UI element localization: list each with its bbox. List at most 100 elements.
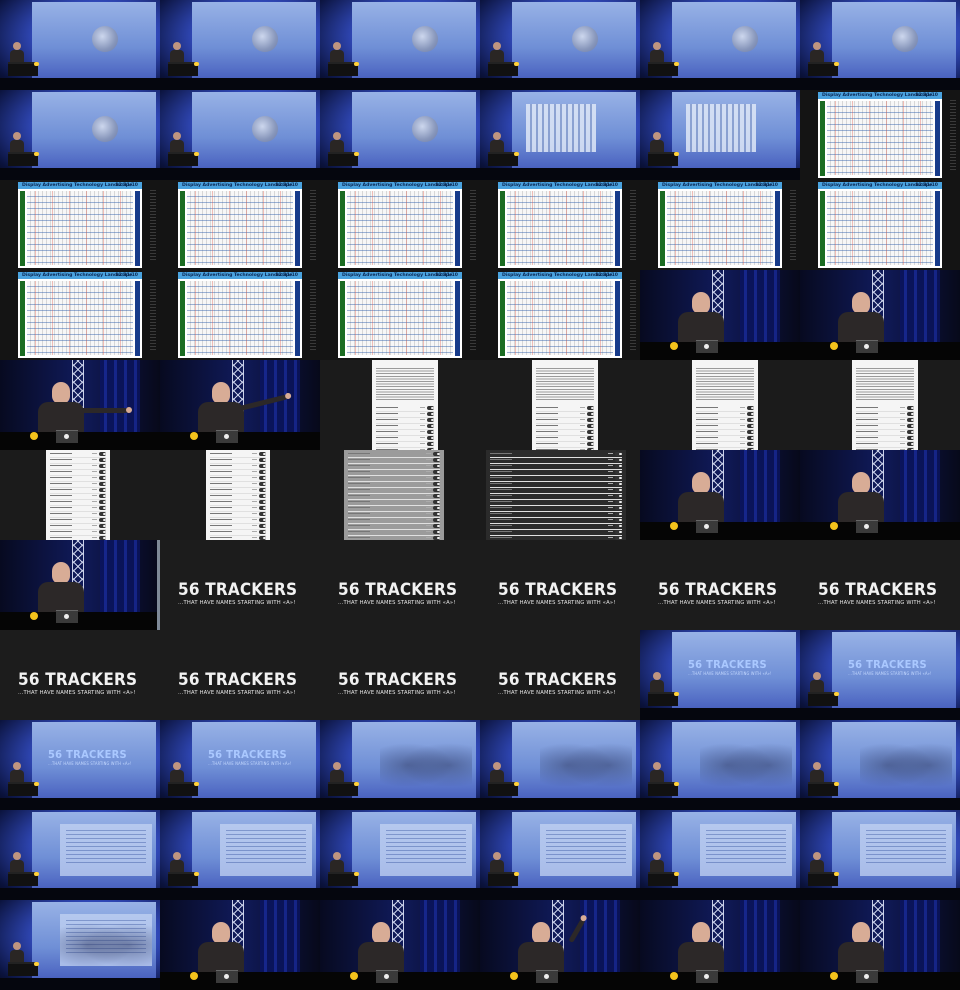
desk-lamp [194,782,199,786]
landscape-date: 12/31/10 [435,273,458,278]
setting-state [252,459,257,460]
landscape-date: 12/31/10 [915,183,938,188]
setting-label [348,471,370,472]
setting-label [348,495,370,496]
toggle-switch [259,500,266,504]
video-frame [0,360,160,450]
landscape-right-band [615,281,620,356]
toggle-switch [259,452,266,456]
setting-label [490,501,512,502]
desk-lamp [34,962,39,966]
speaker-head [493,42,501,50]
trackers-title: 56 TRACKERS [498,580,618,600]
landscape-right-band [935,101,940,176]
video-frame [800,720,960,810]
toggle-switch [587,442,594,446]
setting-label [348,477,370,478]
toggle-switch [433,506,440,510]
setting-label [536,443,558,444]
setting-label [210,495,232,496]
setting-state [900,413,905,414]
landscape-slide: Display Advertising Technology Landscape… [338,182,462,268]
landscape-date: 12/31/10 [275,273,298,278]
trackers-subtitle: ...THAT HAVE NAMES STARTING WITH «A»! [178,690,296,696]
setting-state [420,413,425,414]
setting-label [50,525,72,526]
video-frame [0,0,160,90]
adjacent-slide-edge [150,190,156,262]
landscape-title-bar: Display Advertising Technology Landscape… [338,272,462,279]
adjacent-slide-edge [470,280,476,352]
video-frame [160,0,320,90]
setting-label [536,407,558,408]
video-frame [480,360,640,450]
desk-lamp [34,152,39,156]
landscape-date: 12/31/10 [595,183,618,188]
stage-floor [0,78,160,90]
trackers-projection-title: 56 TRACKERS ...THAT HAVE NAMES STARTING W… [208,748,292,766]
setting-state [420,431,425,432]
speaker-video-overlay [60,914,152,966]
toggle-switch [259,506,266,510]
toggle-switch [99,464,106,468]
toggle-switch [99,470,106,474]
setting-state [900,407,905,408]
setting-label [348,507,370,508]
video-frame: 56 TRACKERS ...THAT HAVE NAMES STARTING W… [480,630,640,720]
setting-label [856,419,878,420]
speaker-figure [650,132,664,154]
video-frame [320,0,480,90]
setting-label [536,425,558,426]
lectern [640,972,800,990]
setting-state [426,495,431,496]
settings-list [856,406,914,450]
speaker-figure [170,852,184,874]
speaker-head [532,922,550,944]
landscape-logo-map [667,191,773,265]
landscape-slide: Display Advertising Technology Landscape… [178,272,302,358]
setting-state [252,507,257,508]
laptop [696,340,718,353]
desk-lamp [34,782,39,786]
lectern [0,612,160,630]
setting-label [490,525,512,526]
setting-state [252,495,257,496]
landscape-logo-map [187,281,293,355]
lectern [800,342,960,360]
stage-floor [160,78,320,90]
speaker-figure [330,42,344,64]
laptop [696,970,718,983]
toggle-switch [907,406,914,410]
landscape-slide: Display Advertising Technology Landscape… [658,182,782,268]
video-frame [480,720,640,810]
setting-state [580,407,585,408]
setting-label [536,413,558,414]
video-frame: 56 TRACKERS ...THAT HAVE NAMES STARTING W… [640,540,800,630]
globe-image [732,26,758,52]
settings-list [348,452,440,540]
desk-lamp [354,62,359,66]
video-frame [480,810,640,900]
setting-state [608,537,613,538]
toggle-switch [259,494,266,498]
video-frame [0,900,160,990]
setting-label [348,489,370,490]
lectern [640,522,800,540]
laptop [696,520,718,533]
speaker-head [173,42,181,50]
toggle-switch [747,412,754,416]
speaker-figure [490,42,504,64]
laptop [56,430,78,443]
setting-label [490,507,512,508]
desk-lamp [674,872,679,876]
toggle-switch [433,476,440,480]
setting-state [426,489,431,490]
trackers-subtitle: ...THAT HAVE NAMES STARTING WITH «A»! [658,600,776,606]
trackers-projection-title-text: 56 TRACKERS [848,658,927,671]
trackers-projection-subtitle: ...THAT HAVE NAMES STARTING WITH «A»! [688,671,772,676]
setting-label [50,477,72,478]
video-frame [160,810,320,900]
video-frame [800,900,960,990]
trackers-title: 56 TRACKERS [818,580,938,600]
setting-label [696,431,718,432]
